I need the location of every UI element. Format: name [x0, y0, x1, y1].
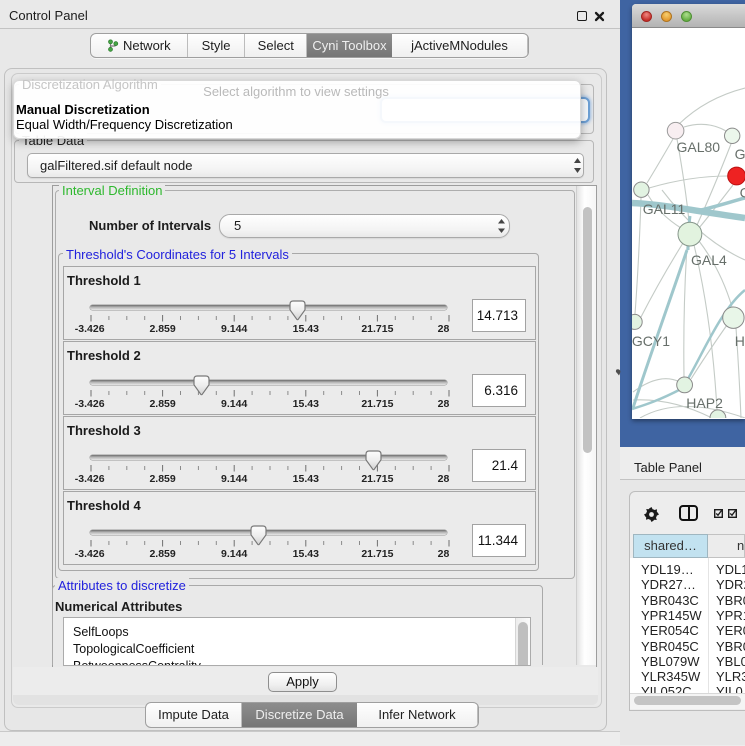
svg-text:GAL4: GAL4 [691, 252, 727, 268]
svg-text:GAL80: GAL80 [677, 139, 721, 155]
svg-text:GCY1: GCY1 [632, 333, 670, 349]
svg-text:H: H [735, 333, 745, 349]
svg-text:GAL11: GAL11 [643, 201, 686, 217]
svg-text:GA: GA [735, 146, 745, 162]
svg-text:HAP2: HAP2 [686, 395, 723, 411]
svg-text:C: C [740, 185, 745, 201]
